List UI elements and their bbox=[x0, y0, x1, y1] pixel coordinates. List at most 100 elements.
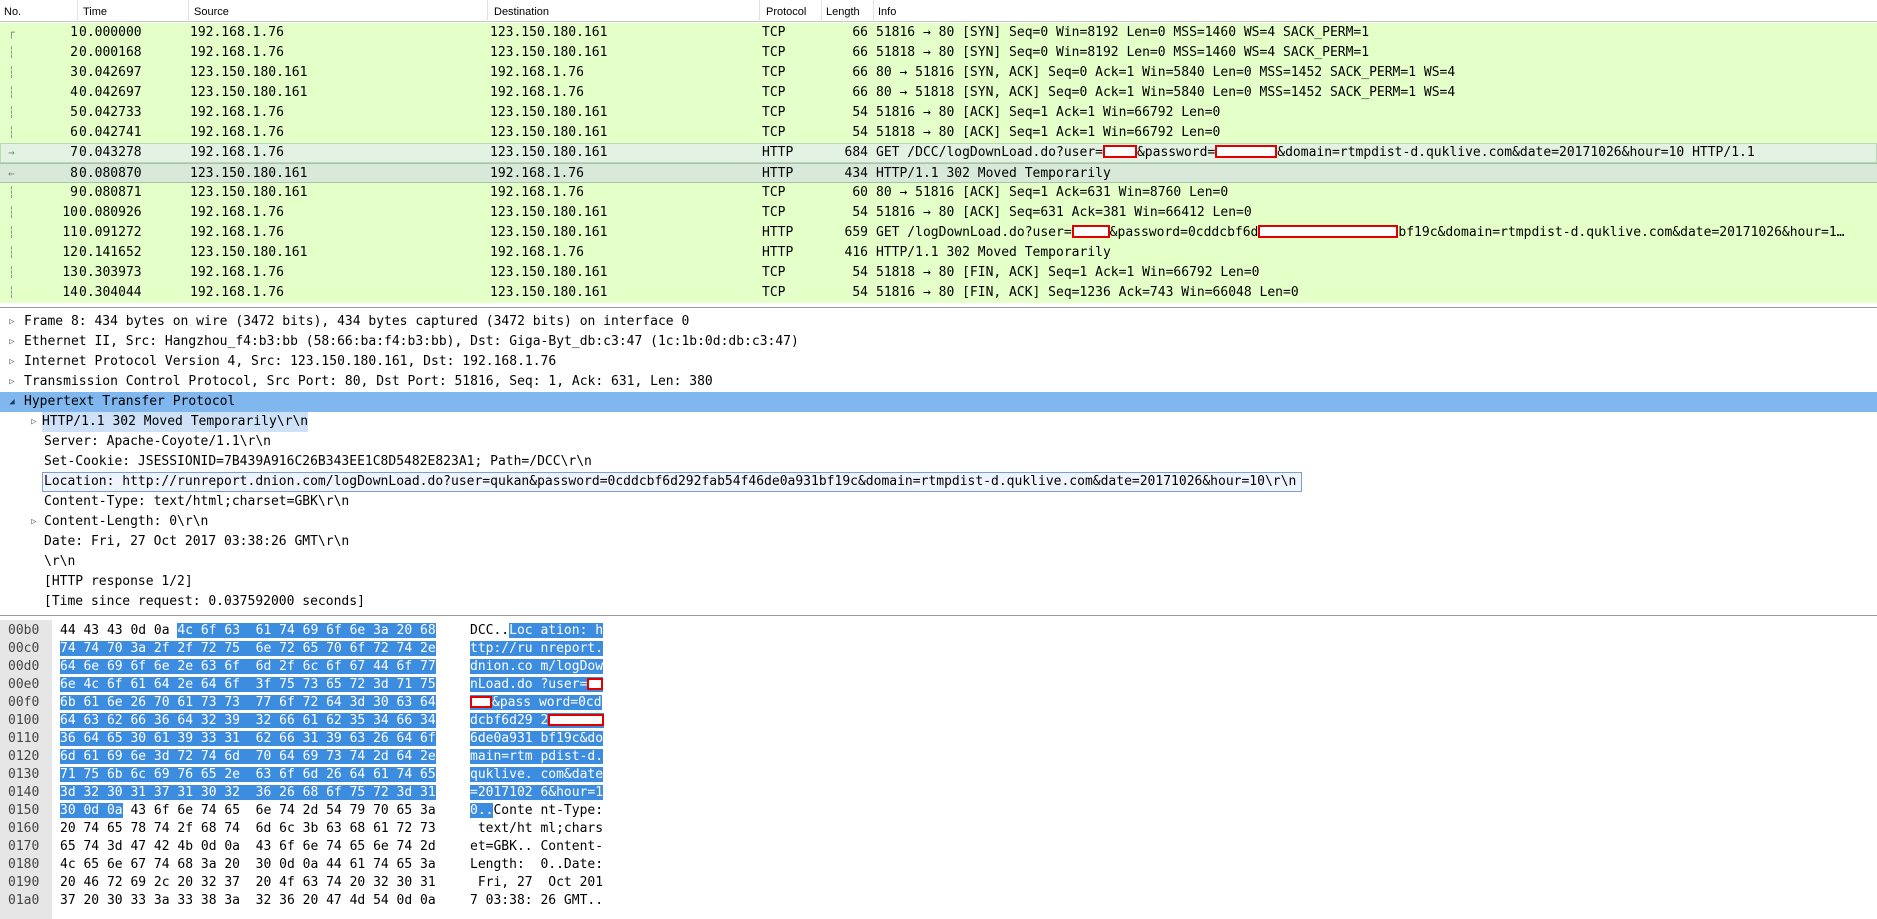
bytes-hex[interactable]: 6b 61 6e 26 70 61 73 73 77 6f 72 64 3d 3… bbox=[60, 694, 436, 712]
packet-protocol: HTTP bbox=[762, 225, 794, 240]
column-length[interactable]: Length bbox=[822, 0, 874, 22]
bytes-row[interactable]: 01a0 37 20 30 33 3a 33 38 3a 32 36 20 47 … bbox=[0, 892, 1877, 910]
bytes-row[interactable]: 00e0 6e 4c 6f 61 64 2e 64 6f 3f 75 73 65 … bbox=[0, 676, 1877, 694]
bytes-row[interactable]: 0150 30 0d 0a 43 6f 6e 74 65 6e 74 2d 54 … bbox=[0, 802, 1877, 820]
tree-http-status-line[interactable]: ▷ HTTP/1.1 302 Moved Temporarily\r\n bbox=[0, 412, 1877, 432]
bytes-hex[interactable]: 4c 65 6e 67 74 68 3a 20 30 0d 0a 44 61 7… bbox=[60, 856, 436, 874]
bytes-ascii[interactable]: et=GBK.. Content- bbox=[470, 838, 603, 856]
bytes-ascii[interactable]: dcbf6d29 2 bbox=[470, 712, 605, 730]
bytes-ascii[interactable]: dnion.co m/logDow bbox=[470, 658, 604, 676]
packet-row[interactable]: ┆ 14 0.304044 192.168.1.76 123.150.180.161 TC… bbox=[0, 283, 1877, 303]
tree-ethernet[interactable]: ▷ Ethernet II, Src: Hangzhou_f4:b3:bb (5… bbox=[0, 332, 1877, 352]
expand-arrow-icon[interactable]: ▷ bbox=[28, 412, 40, 432]
bytes-ascii[interactable]: &pass word=0cd bbox=[470, 694, 602, 712]
tree-http-time-since[interactable]: [Time since request: 0.037592000 seconds… bbox=[0, 592, 1877, 612]
expand-arrow-icon[interactable]: ▷ bbox=[28, 512, 40, 532]
tree-http-date[interactable]: Date: Fri, 27 Oct 2017 03:38:26 GMT\r\n bbox=[0, 532, 1877, 552]
bytes-hex[interactable]: 44 43 43 0d 0a 4c 6f 63 61 74 69 6f 6e 3… bbox=[60, 622, 436, 640]
tree-tcp[interactable]: ▷ Transmission Control Protocol, Src Por… bbox=[0, 372, 1877, 392]
bytes-ascii[interactable]: DCC..Loc ation: h bbox=[470, 622, 604, 640]
bytes-hex[interactable]: 30 0d 0a 43 6f 6e 74 65 6e 74 2d 54 79 7… bbox=[60, 802, 436, 820]
packet-list[interactable]: No. Time Source Destination Protocol Len… bbox=[0, 0, 1877, 308]
bytes-row[interactable]: 00d0 64 6e 69 6f 6e 2e 63 6f 6d 2f 6c 6f … bbox=[0, 658, 1877, 676]
packet-time: 0.000168 bbox=[79, 45, 142, 60]
bytes-hex[interactable]: 74 74 70 3a 2f 2f 72 75 6e 72 65 70 6f 7… bbox=[60, 640, 436, 658]
packet-destination: 192.168.1.76 bbox=[490, 85, 584, 100]
packet-row[interactable]: ┆ 5 0.042733 192.168.1.76 123.150.180.161 TCP… bbox=[0, 103, 1877, 123]
bytes-ascii[interactable]: nLoad.do ?user= bbox=[470, 676, 604, 694]
column-source[interactable]: Source bbox=[190, 0, 488, 22]
bytes-hex[interactable]: 64 63 62 66 36 64 32 39 32 66 61 62 35 3… bbox=[60, 712, 436, 730]
bytes-hex[interactable]: 20 74 65 78 74 2f 68 74 6d 6c 3b 63 68 6… bbox=[60, 820, 436, 838]
bytes-ascii[interactable]: quklive. com&date bbox=[470, 766, 604, 784]
packet-bytes-pane[interactable]: 00b0 44 43 43 0d 0a 4c 6f 63 61 74 69 6f … bbox=[0, 620, 1877, 919]
tree-ip[interactable]: ▷ Internet Protocol Version 4, Src: 123.… bbox=[0, 352, 1877, 372]
bytes-offset: 0110 bbox=[8, 731, 40, 746]
packet-row[interactable]: ┆ 13 0.303973 192.168.1.76 123.150.180.161 TC… bbox=[0, 263, 1877, 283]
tree-http-set-cookie[interactable]: Set-Cookie: JSESSIONID=7B439A916C26B343E… bbox=[0, 452, 1877, 472]
expand-arrow-icon[interactable]: ▷ bbox=[6, 312, 18, 332]
bytes-row[interactable]: 0120 6d 61 69 6e 3d 72 74 6d 70 64 69 73 … bbox=[0, 748, 1877, 766]
bytes-ascii[interactable]: =2017102 6&hour=1 bbox=[470, 784, 604, 802]
bytes-hex[interactable]: 36 64 65 30 61 39 33 31 62 66 31 39 63 2… bbox=[60, 730, 436, 748]
bytes-row[interactable]: 0140 3d 32 30 31 37 31 30 32 36 26 68 6f … bbox=[0, 784, 1877, 802]
packet-row[interactable]: ┌ 1 0.000000 192.168.1.76 123.150.180.161 TCP… bbox=[0, 23, 1877, 43]
bytes-row[interactable]: 0190 20 46 72 69 2c 20 32 37 20 4f 63 74 … bbox=[0, 874, 1877, 892]
bytes-row[interactable]: 0100 64 63 62 66 36 64 32 39 32 66 61 62 … bbox=[0, 712, 1877, 730]
packet-source: 192.168.1.76 bbox=[190, 265, 284, 280]
expand-arrow-icon[interactable]: ▷ bbox=[6, 332, 18, 352]
tree-frame[interactable]: ▷ Frame 8: 434 bytes on wire (3472 bits)… bbox=[0, 312, 1877, 332]
bytes-row[interactable]: 0160 20 74 65 78 74 2f 68 74 6d 6c 3b 63 … bbox=[0, 820, 1877, 838]
bytes-ascii[interactable]: ttp://ru nreport. bbox=[470, 640, 604, 658]
expand-arrow-icon[interactable]: ▷ bbox=[6, 372, 18, 392]
column-destination[interactable]: Destination bbox=[490, 0, 760, 22]
packet-row[interactable]: ← 8 0.080870 123.150.180.161 192.168.1.76 HTT… bbox=[0, 163, 1877, 183]
tree-http-response-num[interactable]: [HTTP response 1/2] bbox=[0, 572, 1877, 592]
column-info[interactable]: Info bbox=[874, 0, 1877, 22]
packet-row[interactable]: ┆ 6 0.042741 192.168.1.76 123.150.180.161 TCP… bbox=[0, 123, 1877, 143]
collapse-arrow-icon[interactable]: ◢ bbox=[6, 392, 18, 412]
column-time[interactable]: Time bbox=[79, 0, 189, 22]
bytes-hex[interactable]: 65 74 3d 47 42 4b 0d 0a 43 6f 6e 74 65 6… bbox=[60, 838, 436, 856]
expand-arrow-icon[interactable]: ▷ bbox=[6, 352, 18, 372]
packet-row[interactable]: ┆ 3 0.042697 123.150.180.161 192.168.1.76 TCP… bbox=[0, 63, 1877, 83]
tree-http-server[interactable]: Server: Apache-Coyote/1.1\r\n bbox=[0, 432, 1877, 452]
packet-row[interactable]: → 7 0.043278 192.168.1.76 123.150.180.161 HTT… bbox=[0, 143, 1877, 163]
tree-http-crlf[interactable]: \r\n bbox=[0, 552, 1877, 572]
bytes-ascii[interactable]: 6de0a931 bf19c&do bbox=[470, 730, 604, 748]
bytes-ascii[interactable]: Length: 0..Date: bbox=[470, 856, 603, 874]
bytes-ascii[interactable]: main=rtm pdist-d. bbox=[470, 748, 604, 766]
bytes-row[interactable]: 00c0 74 74 70 3a 2f 2f 72 75 6e 72 65 70 … bbox=[0, 640, 1877, 658]
bytes-row[interactable]: 0130 71 75 6b 6c 69 76 65 2e 63 6f 6d 26 … bbox=[0, 766, 1877, 784]
bytes-ascii[interactable]: Fri, 27 Oct 201 bbox=[470, 874, 603, 892]
bytes-hex[interactable]: 20 46 72 69 2c 20 32 37 20 4f 63 74 20 3… bbox=[60, 874, 436, 892]
tree-http-location[interactable]: Location: http://runreport.dnion.com/log… bbox=[0, 472, 1877, 492]
bytes-hex[interactable]: 64 6e 69 6f 6e 2e 63 6f 6d 2f 6c 6f 67 4… bbox=[60, 658, 436, 676]
bytes-ascii[interactable]: 0..Conte nt-Type: bbox=[470, 802, 603, 820]
bytes-row[interactable]: 00f0 6b 61 6e 26 70 61 73 73 77 6f 72 64 … bbox=[0, 694, 1877, 712]
packet-row[interactable]: ┆ 11 0.091272 192.168.1.76 123.150.180.161 HT… bbox=[0, 223, 1877, 243]
bytes-hex[interactable]: 6e 4c 6f 61 64 2e 64 6f 3f 75 73 65 72 3… bbox=[60, 676, 436, 694]
column-no[interactable]: No. bbox=[0, 0, 78, 22]
column-protocol[interactable]: Protocol bbox=[762, 0, 822, 22]
bytes-row[interactable]: 0180 4c 65 6e 67 74 68 3a 20 30 0d 0a 44 … bbox=[0, 856, 1877, 874]
packet-row[interactable]: ┆ 2 0.000168 192.168.1.76 123.150.180.161 TCP… bbox=[0, 43, 1877, 63]
bytes-ascii[interactable]: text/ht ml;chars bbox=[470, 820, 603, 838]
bytes-ascii[interactable]: 7 03:38: 26 GMT.. bbox=[470, 892, 603, 910]
packet-details-pane[interactable]: ▷ Frame 8: 434 bytes on wire (3472 bits)… bbox=[0, 312, 1877, 616]
tree-http[interactable]: ◢ Hypertext Transfer Protocol bbox=[0, 392, 1877, 412]
bytes-row[interactable]: 0170 65 74 3d 47 42 4b 0d 0a 43 6f 6e 74 … bbox=[0, 838, 1877, 856]
bytes-hex[interactable]: 6d 61 69 6e 3d 72 74 6d 70 64 69 73 74 2… bbox=[60, 748, 436, 766]
packet-info: 51816 → 80 [FIN, ACK] Seq=1236 Ack=743 W… bbox=[876, 285, 1299, 300]
tree-http-content-length[interactable]: ▷ Content-Length: 0\r\n bbox=[0, 512, 1877, 532]
bytes-row[interactable]: 0110 36 64 65 30 61 39 33 31 62 66 31 39 … bbox=[0, 730, 1877, 748]
tree-http-content-type[interactable]: Content-Type: text/html;charset=GBK\r\n bbox=[0, 492, 1877, 512]
bytes-hex[interactable]: 71 75 6b 6c 69 76 65 2e 63 6f 6d 26 64 6… bbox=[60, 766, 436, 784]
packet-row[interactable]: ┆ 9 0.080871 123.150.180.161 192.168.1.76 TCP… bbox=[0, 183, 1877, 203]
packet-row[interactable]: ┆ 10 0.080926 192.168.1.76 123.150.180.161 TC… bbox=[0, 203, 1877, 223]
bytes-hex[interactable]: 3d 32 30 31 37 31 30 32 36 26 68 6f 75 7… bbox=[60, 784, 436, 802]
bytes-hex[interactable]: 37 20 30 33 3a 33 38 3a 32 36 20 47 4d 5… bbox=[60, 892, 436, 910]
bytes-row[interactable]: 00b0 44 43 43 0d 0a 4c 6f 63 61 74 69 6f … bbox=[0, 622, 1877, 640]
packet-row[interactable]: ┆ 12 0.141652 123.150.180.161 192.168.1.76 HT… bbox=[0, 243, 1877, 263]
packet-row[interactable]: ┆ 4 0.042697 123.150.180.161 192.168.1.76 TCP… bbox=[0, 83, 1877, 103]
